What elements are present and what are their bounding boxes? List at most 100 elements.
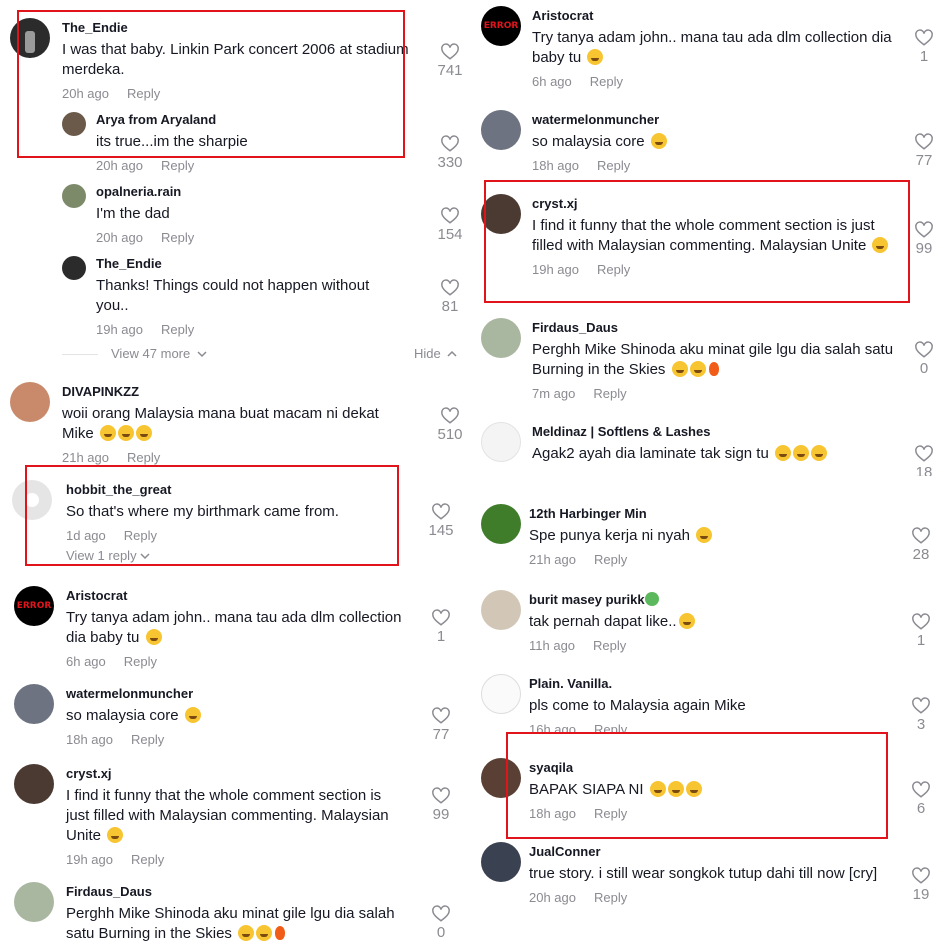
- reply-button[interactable]: Reply: [593, 638, 626, 653]
- heart-outline-icon: [432, 707, 450, 724]
- avatar[interactable]: [481, 422, 521, 462]
- username[interactable]: cryst.xj: [532, 196, 892, 212]
- reply-button[interactable]: Reply: [593, 386, 626, 401]
- avatar[interactable]: [481, 758, 521, 798]
- laughing-emoji-icon: [872, 237, 889, 253]
- like-button[interactable]: 3: [901, 696, 941, 734]
- like-button[interactable]: 145: [421, 502, 461, 540]
- comment: watermelonmuncher so malaysia core 18h a…: [0, 680, 475, 760]
- like-button[interactable]: 77: [421, 706, 461, 744]
- comment: burit masey purikk tak pernah dapat like…: [475, 586, 950, 666]
- view-replies-button[interactable]: View 1 reply: [66, 548, 406, 564]
- username[interactable]: Firdaus_Daus: [532, 320, 902, 336]
- username[interactable]: The_Endie: [62, 20, 412, 36]
- avatar[interactable]: [481, 504, 521, 544]
- view-more-label: View 47 more: [111, 346, 191, 361]
- avatar[interactable]: [481, 318, 521, 358]
- crying-emoji-icon: [649, 781, 666, 797]
- avatar[interactable]: ERROR: [14, 586, 54, 626]
- reply-button[interactable]: Reply: [594, 552, 627, 567]
- reply-button[interactable]: Reply: [124, 528, 157, 543]
- crying-emoji-icon: [238, 925, 255, 941]
- like-button[interactable]: 1: [421, 608, 461, 646]
- username[interactable]: Aristocrat: [532, 8, 902, 24]
- like-count: 81: [441, 298, 459, 315]
- like-button[interactable]: 510: [430, 406, 470, 444]
- overlap-seam: [475, 734, 950, 748]
- username[interactable]: The_Endie: [96, 256, 396, 272]
- username[interactable]: JualConner: [529, 844, 899, 860]
- reply-button[interactable]: Reply: [597, 158, 630, 173]
- username[interactable]: Plain. Vanilla.: [529, 676, 899, 692]
- timestamp: 21h ago: [62, 450, 109, 465]
- like-button[interactable]: 330: [430, 134, 470, 172]
- reply-button[interactable]: Reply: [124, 654, 157, 669]
- avatar[interactable]: [14, 882, 54, 922]
- username[interactable]: Arya from Aryaland: [96, 112, 416, 128]
- username[interactable]: Aristocrat: [66, 588, 416, 604]
- reply-button[interactable]: Reply: [161, 230, 194, 245]
- reply-button[interactable]: Reply: [594, 890, 627, 905]
- view-more-replies-button[interactable]: View 47 more: [111, 346, 207, 361]
- username[interactable]: watermelonmuncher: [66, 686, 416, 702]
- reply-button[interactable]: Reply: [131, 852, 164, 867]
- divider: [62, 354, 98, 355]
- like-button[interactable]: 741: [430, 42, 470, 80]
- like-button[interactable]: 99: [904, 220, 944, 258]
- like-button[interactable]: 1: [901, 612, 941, 650]
- avatar[interactable]: [481, 194, 521, 234]
- like-button[interactable]: 1: [904, 28, 944, 66]
- comment: ERROR Aristocrat Try tanya adam john.. m…: [0, 582, 475, 672]
- username[interactable]: 12th Harbinger Min: [529, 506, 899, 522]
- reply-button[interactable]: Reply: [161, 158, 194, 173]
- reply-button[interactable]: Reply: [127, 450, 160, 465]
- avatar[interactable]: [14, 764, 54, 804]
- avatar[interactable]: [481, 590, 521, 630]
- comment-text: Try tanya adam john.. mana tau ada dlm c…: [532, 29, 892, 66]
- sick-emoji-icon: [644, 592, 659, 606]
- username[interactable]: hobbit_the_great: [66, 482, 406, 498]
- reply-button[interactable]: Reply: [597, 262, 630, 277]
- username[interactable]: DIVAPINKZZ: [62, 384, 412, 400]
- username[interactable]: syaqila: [529, 760, 899, 776]
- comment: Firdaus_Daus Perghh Mike Shinoda aku min…: [475, 314, 950, 406]
- heart-outline-icon: [915, 445, 933, 462]
- like-count: 510: [437, 426, 463, 443]
- avatar[interactable]: [10, 382, 50, 422]
- avatar[interactable]: [62, 112, 86, 136]
- reply-button[interactable]: Reply: [594, 806, 627, 821]
- reply-button[interactable]: Reply: [590, 74, 623, 89]
- avatar[interactable]: ERROR: [481, 6, 521, 46]
- comment: ERROR Aristocrat Try tanya adam john.. m…: [475, 2, 950, 94]
- like-button[interactable]: 28: [901, 526, 941, 564]
- like-button[interactable]: 154: [430, 206, 470, 244]
- avatar[interactable]: [481, 674, 521, 714]
- reply-button[interactable]: Reply: [161, 322, 194, 337]
- username[interactable]: Meldinaz | Softlens & Lashes: [532, 424, 902, 440]
- username-label[interactable]: burit masey purikk: [529, 592, 645, 607]
- avatar[interactable]: [10, 18, 50, 58]
- like-count: 145: [428, 522, 454, 539]
- avatar[interactable]: [481, 110, 521, 150]
- like-button[interactable]: 99: [421, 786, 461, 824]
- username[interactable]: opalneria.rain: [96, 184, 416, 200]
- like-button[interactable]: 81: [430, 278, 470, 316]
- username[interactable]: watermelonmuncher: [532, 112, 902, 128]
- reply-button[interactable]: Reply: [131, 732, 164, 747]
- reply-button[interactable]: Reply: [127, 86, 160, 101]
- username[interactable]: Firdaus_Daus: [66, 884, 406, 900]
- frown-emoji-icon: [678, 613, 695, 629]
- username[interactable]: cryst.xj: [66, 766, 406, 782]
- hide-replies-button[interactable]: Hide: [414, 346, 457, 361]
- comment: Plain. Vanilla. pls come to Malaysia aga…: [475, 670, 950, 737]
- avatar[interactable]: [12, 480, 52, 520]
- like-button[interactable]: 0: [904, 340, 944, 378]
- like-button[interactable]: 19: [901, 866, 941, 904]
- like-button[interactable]: 0: [421, 904, 461, 942]
- avatar[interactable]: [14, 684, 54, 724]
- avatar[interactable]: [62, 256, 86, 280]
- avatar[interactable]: [62, 184, 86, 208]
- like-button[interactable]: 6: [901, 780, 941, 818]
- avatar[interactable]: [481, 842, 521, 882]
- like-button[interactable]: 77: [904, 132, 944, 170]
